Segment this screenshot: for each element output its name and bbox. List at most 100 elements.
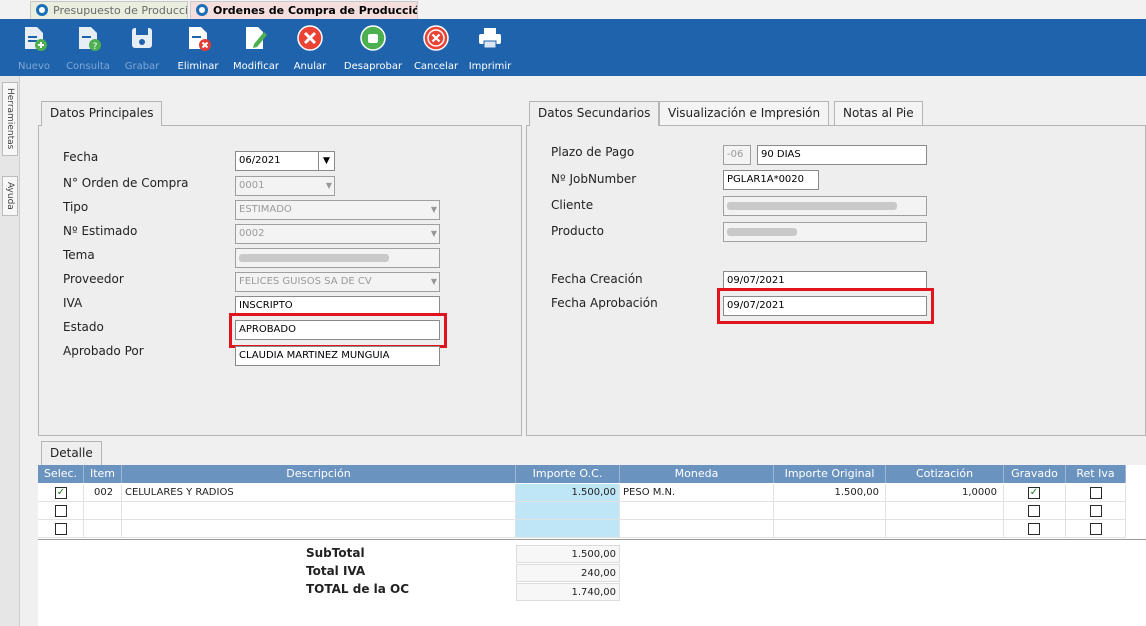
cancelar-button[interactable]: Cancelar [412,19,460,76]
query-document-icon: ? [79,27,101,52]
thumbs-icon [360,25,386,51]
tab-notas-al-pie[interactable]: Notas al Pie [834,101,923,125]
importe-oc-cell[interactable] [516,502,620,520]
grabar-button[interactable]: Grabar [122,19,162,76]
gravado-cell: ✓ [1004,484,1066,502]
edit-document-icon [246,27,267,49]
descripcion-cell[interactable]: CELULARES Y RADIOS [122,484,516,502]
tipo-value: ESTIMADO [239,204,292,215]
row-select-checkbox[interactable] [55,523,67,535]
anular-button[interactable]: Anular [290,19,330,76]
importe-original-cell[interactable]: 1.500,00 [774,484,886,502]
iva-value: INSCRIPTO [239,300,293,311]
col-selec[interactable]: Selec. [38,465,84,483]
cliente-field[interactable] [723,196,927,216]
proveedor-select[interactable]: FELICES GUISOS SA DE CV ▼ [235,272,440,292]
aprobado-por-field[interactable]: CLAUDIA MARTINEZ MUNGUIA [235,346,440,366]
jobnumber-field[interactable]: PGLAR1A*0020 [723,170,819,190]
col-descripcion[interactable]: Descripción [122,465,516,483]
row-select-checkbox[interactable]: ✓ [55,487,67,499]
importe-oc-cell[interactable]: 1.500,00 [516,484,620,502]
aprobado-por-label: Aprobado Por [63,344,144,358]
importe-original-cell[interactable] [774,520,886,538]
importe-oc-cell[interactable] [516,520,620,538]
table-row-select-cell [38,520,84,538]
printer-icon [479,28,501,49]
tab-ordenes-compra[interactable]: Ordenes de Compra de Producción [190,1,418,19]
gravado-cell [1004,520,1066,538]
ayuda-side-tab[interactable]: Ayuda [2,176,18,216]
delete-document-icon [189,27,211,51]
col-importe-oc[interactable]: Importe O.C. [516,465,620,483]
item-cell [84,520,122,538]
total-oc-value: 1.740,00 [516,583,620,601]
orden-compra-value: 0001 [239,180,265,191]
highlight-box-fecha-aprobacion [717,288,934,324]
row-select-checkbox[interactable] [55,505,67,517]
tab-detalle[interactable]: Detalle [41,441,102,466]
orden-compra-select[interactable]: 0001 ▼ [235,176,335,196]
moneda-cell[interactable] [620,520,774,538]
tab-datos-principales[interactable]: Datos Principales [41,101,163,126]
tab-label: Presupuesto de Producción [53,4,188,17]
eliminar-button[interactable]: Eliminar [175,19,221,76]
tab-icon [196,4,208,16]
toolbar: Nuevo ? Consulta Grabar Eliminar Modific… [0,19,1146,76]
modificar-button[interactable]: Modificar [229,19,283,76]
jobnumber-label: Nº JobNumber [551,172,637,186]
moneda-cell[interactable] [620,502,774,520]
datos-secundarios-panel: Plazo de Pago -06 90 DIAS Nº JobNumber P… [526,125,1146,436]
redacted-text [239,254,389,262]
tab-visualizacion-impresion[interactable]: Visualización e Impresión [659,101,830,125]
side-bar: Herramientas Ayuda [0,76,20,626]
col-cotizacion[interactable]: Cotización [886,465,1004,483]
tema-field[interactable] [235,248,440,268]
producto-label: Producto [551,224,604,238]
cotizacion-cell[interactable] [886,502,1004,520]
tipo-select[interactable]: ESTIMADO ▼ [235,200,440,220]
col-gravado[interactable]: Gravado [1004,465,1066,483]
ret-iva-checkbox[interactable] [1090,487,1102,499]
estimado-select[interactable]: 0002 ▼ [235,224,440,244]
col-importe-original[interactable]: Importe Original [774,465,886,483]
descripcion-cell[interactable] [122,502,516,520]
estimado-value: 0002 [239,228,265,239]
cotizacion-cell[interactable] [886,520,1004,538]
herramientas-side-tab[interactable]: Herramientas [2,82,18,156]
chevron-down-icon: ▼ [325,181,332,190]
consulta-label: Consulta [66,61,110,72]
ret-iva-checkbox[interactable] [1090,505,1102,517]
cotizacion-cell[interactable]: 1,0000 [886,484,1004,502]
iva-label: IVA [63,296,83,310]
tab-datos-secundarios[interactable]: Datos Secundarios [529,101,660,126]
gravado-cell [1004,502,1066,520]
producto-field[interactable] [723,222,927,242]
estimado-label: Nº Estimado [63,224,138,238]
gravado-checkbox[interactable] [1028,505,1040,517]
plazo-pago-field[interactable]: 90 DIAS [757,145,927,165]
fecha-select[interactable]: 06/2021 ▼ [235,151,335,171]
moneda-cell[interactable]: PESO M.N. [620,484,774,502]
cancelar-label: Cancelar [413,61,459,72]
nuevo-button[interactable]: Nuevo [14,19,54,76]
imprimir-button[interactable]: Imprimir [466,19,514,76]
fecha-label: Fecha [63,150,99,164]
col-item[interactable]: Item [84,465,122,483]
cliente-label: Cliente [551,198,594,212]
tab-icon [36,4,48,16]
chevron-down-icon[interactable]: ▼ [318,152,334,170]
tema-label: Tema [63,248,95,262]
importe-original-cell[interactable] [774,502,886,520]
gravado-checkbox[interactable]: ✓ [1028,487,1040,499]
consulta-button[interactable]: ? Consulta [64,19,112,76]
desaprobar-button[interactable]: Desaprobar [342,19,404,76]
plazo-code-field[interactable]: -06 [723,145,751,165]
descripcion-cell[interactable] [122,520,516,538]
col-ret-iva[interactable]: Ret Iva [1066,465,1126,483]
gravado-checkbox[interactable] [1028,523,1040,535]
datos-principales-panel: Fecha 06/2021 ▼ N° Orden de Compra 0001 ▼ … [38,125,522,436]
col-moneda[interactable]: Moneda [620,465,774,483]
ret-iva-checkbox[interactable] [1090,523,1102,535]
ret-iva-cell [1066,520,1126,538]
tab-presupuesto-produccion[interactable]: Presupuesto de Producción [30,1,188,19]
